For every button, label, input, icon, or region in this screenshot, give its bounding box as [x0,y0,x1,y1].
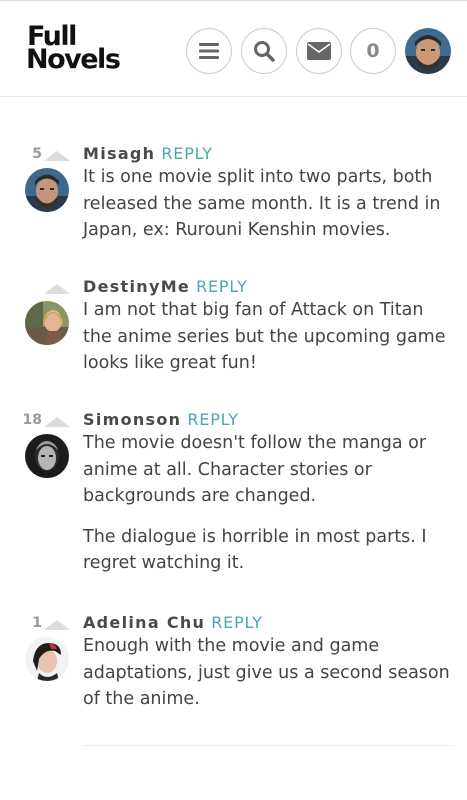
notifications-button[interactable]: 0 [350,28,396,74]
upvote-icon [44,150,70,161]
notification-count: 0 [366,40,380,62]
search-button[interactable] [241,28,287,74]
comment-author[interactable]: Adelina Chu [83,613,205,632]
menu-button[interactable] [186,28,232,74]
comment-body: I am not that big fan of Attack on Titan… [83,297,455,377]
commenter-avatar[interactable] [25,637,69,681]
comment-body: It is one movie split into two parts, bo… [83,164,455,244]
upvote-icon [44,619,70,630]
comment-header: Misagh REPLY [83,144,213,164]
comment-author[interactable]: DestinyMe [83,277,190,296]
comment-text: I am not that big fan of Attack on Titan… [83,300,446,373]
envelope-icon [307,42,331,60]
reply-link[interactable]: REPLY [161,144,212,163]
comment-header: DestinyMe REPLY [83,277,248,297]
reply-link[interactable]: REPLY [196,277,247,296]
upvote-button[interactable]: 5 [0,144,70,164]
upvote-button[interactable]: 18 [0,410,70,430]
upvote-button[interactable] [0,277,70,297]
comment-text: The dialogue is horrible in most parts. … [83,526,427,574]
user-avatar-button[interactable] [405,28,451,74]
hamburger-icon [199,43,219,59]
vote-count: 5 [32,146,42,162]
logo-line-2: Novels [26,44,121,75]
comment-text: Enough with the movie and game adaptatio… [83,636,450,709]
comment-text: It is one movie split into two parts, bo… [83,167,441,240]
search-icon [254,41,275,62]
comment-header: Simonson REPLY [83,410,239,430]
upvote-button[interactable]: 1 [0,613,70,633]
commenter-avatar[interactable] [25,168,69,212]
comment-author[interactable]: Simonson [83,410,181,429]
comment-header: Adelina Chu REPLY [83,613,263,633]
reply-link[interactable]: REPLY [187,410,238,429]
comment-body: The movie doesn't follow the manga or an… [83,430,455,577]
comment-text: The movie doesn't follow the manga or an… [83,433,427,506]
reply-link[interactable]: REPLY [211,613,262,632]
comments-divider [83,745,455,746]
commenter-avatar[interactable] [25,301,69,345]
messages-button[interactable] [296,28,342,74]
vote-count: 1 [32,615,42,631]
user-avatar [405,28,451,74]
vote-count: 18 [22,412,42,428]
comment-body: Enough with the movie and game adaptatio… [83,633,455,713]
upvote-icon [44,283,70,294]
upvote-icon [44,416,70,427]
comment-author[interactable]: Misagh [83,144,155,163]
site-logo[interactable]: Full Novels [26,23,136,75]
commenter-avatar[interactable] [25,434,69,478]
site-header: Full Novels 0 [0,0,467,97]
